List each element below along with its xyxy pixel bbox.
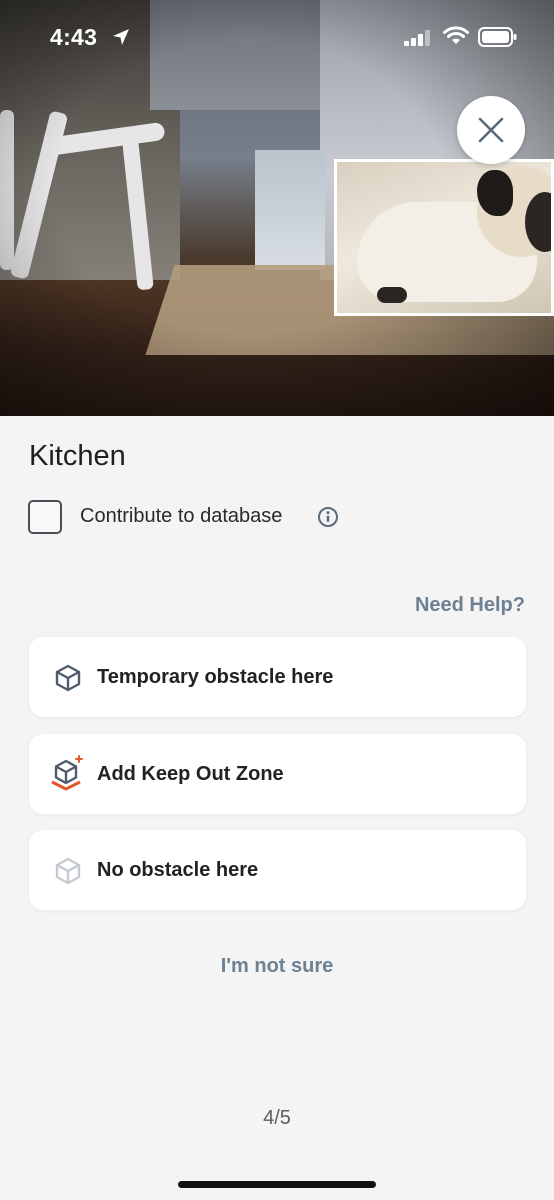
not-sure-link[interactable]: I'm not sure (0, 955, 554, 978)
pug-paw (377, 287, 407, 303)
cube-icon (55, 664, 81, 692)
status-time: 4:43 (50, 24, 98, 50)
option-label: Temporary obstacle here (97, 665, 334, 688)
need-help-link[interactable]: Need Help? (415, 594, 525, 617)
option-label: Add Keep Out Zone (97, 762, 284, 785)
cube-faded-icon (55, 857, 81, 885)
cellular-signal-icon (404, 30, 430, 46)
option-add-keep-out-zone[interactable]: Add Keep Out Zone (29, 734, 526, 814)
location-arrow-icon (113, 29, 129, 45)
option-no-obstacle[interactable]: No obstacle here (29, 830, 526, 910)
battery-icon (478, 27, 517, 47)
contribute-label[interactable]: Contribute to database (80, 505, 282, 528)
close-icon (478, 117, 504, 143)
obstacle-closeup-image (334, 159, 554, 316)
room-title: Kitchen (29, 440, 126, 472)
contribute-checkbox[interactable] (28, 500, 62, 534)
wifi-icon (443, 26, 469, 44)
option-label: No obstacle here (97, 858, 259, 881)
cube-keep-out-icon (51, 755, 83, 791)
home-indicator[interactable] (178, 1181, 376, 1188)
close-button[interactable] (457, 96, 525, 164)
page-indicator: 4/5 (263, 1107, 291, 1129)
status-bar: 4:43 (0, 0, 554, 72)
option-temporary-obstacle[interactable]: Temporary obstacle here (29, 637, 526, 717)
info-icon[interactable] (317, 506, 339, 528)
pug-ear (477, 170, 513, 216)
